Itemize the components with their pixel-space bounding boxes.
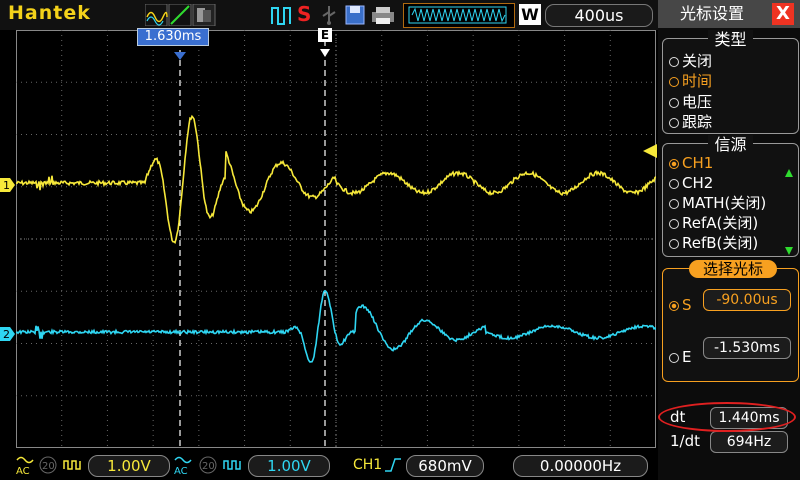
trigger-edge-icon [383,455,403,480]
ch2-level-marker[interactable]: 2 [0,326,16,346]
source-option-refa[interactable]: RefA(关闭) [669,213,758,233]
cursor-settings-panel: 光标设置 X 类型 关闭 时间 电压 跟踪 信源 CH1 CH2 MATH(关闭… [658,0,800,480]
s-cursor-value[interactable]: -90.00us [703,289,791,311]
radio-icon [669,98,679,108]
svg-text:AC: AC [174,466,188,475]
radio-icon [669,199,679,209]
panel-title-bar: 光标设置 X [658,0,800,28]
cursor1-pointer-icon [174,45,186,64]
display-mode-icon[interactable] [145,4,217,26]
radio-icon [669,179,679,189]
radio-icon [669,353,679,363]
radio-icon [669,118,679,128]
cursor-source-group: 信源 CH1 CH2 MATH(关闭) RefA(关闭) RefB(关闭) [662,135,799,259]
run-stop-icon[interactable] [270,4,292,25]
select-cursor-group: 选择光标 S -90.00us E -1.530ms [662,260,799,382]
brand-logo: Hantek [8,2,91,24]
svg-text:AC: AC [16,466,30,475]
ch1-coupling-icon: AC [16,455,36,480]
close-icon[interactable]: X [772,3,794,25]
svg-text:2: 2 [3,328,10,341]
waveform-area[interactable] [16,30,656,448]
source-option-math[interactable]: MATH(关闭) [669,193,766,213]
save-icon[interactable] [344,4,366,25]
radio-icon [669,159,679,169]
e-cursor-value[interactable]: -1.530ms [703,337,791,359]
ch2-scale-value[interactable]: 1.00V [248,455,330,477]
trigger-position-icon [320,42,330,61]
print-icon[interactable] [370,4,396,24]
radio-icon [669,239,679,249]
type-option-voltage[interactable]: 电压 [669,92,712,112]
cursor2-marker: E [318,28,332,42]
frequency-counter: 0.00000Hz [513,455,648,477]
source-option-refb[interactable]: RefB(关闭) [669,233,758,253]
inv-dt-label: 1/dt [670,432,700,450]
usb-icon[interactable] [318,4,340,25]
timebase-display[interactable]: 400us [545,4,653,27]
select-cursor-title: 选择光标 [689,260,777,278]
svg-text:20: 20 [202,461,215,472]
cursor1-time-label: 1.630ms [137,28,209,46]
ch2-bw-limit-icon: 20 [198,455,222,480]
type-option-track[interactable]: 跟踪 [669,112,712,132]
ch1-invert-icon [62,455,84,480]
inv-dt-value: 694Hz [710,431,788,453]
trigger-source: CH1 [353,457,383,473]
svg-text:1: 1 [3,179,10,192]
scroll-down-icon[interactable] [785,240,793,259]
oscilloscope-screen: Hantek S W 400us 1 2 1.630ms E AC 20 1.0… [0,0,800,480]
ch1-level-marker[interactable]: 1 [0,177,16,197]
ch1-bw-limit-icon: 20 [38,455,62,480]
type-option-off[interactable]: 关闭 [669,51,712,71]
ch2-invert-icon [222,455,244,480]
scroll-up-icon[interactable] [785,162,793,181]
radio-icon [669,219,679,229]
source-option-ch1[interactable]: CH1 [669,153,713,173]
waveform-plot [16,30,656,448]
select-cursor-s[interactable]: S [669,295,692,315]
cursor-source-title: 信源 [708,135,753,154]
window-zoom-label[interactable]: W [519,4,541,25]
trigger-status: S [297,2,312,26]
source-option-ch2[interactable]: CH2 [669,173,713,193]
top-toolbar: Hantek S W 400us [0,0,658,30]
radio-icon [669,77,679,87]
trigger-level-marker[interactable] [643,143,657,162]
ch1-scale-value[interactable]: 1.00V [88,455,170,477]
ch2-coupling-icon: AC [174,455,194,480]
panel-title: 光标设置 [680,4,745,23]
radio-icon [669,301,679,311]
waveform-memory-preview[interactable] [403,3,515,28]
type-option-time[interactable]: 时间 [669,71,712,91]
cursor-type-group: 类型 关闭 时间 电压 跟踪 [662,30,799,134]
select-cursor-e[interactable]: E [669,347,691,367]
cursor-type-title: 类型 [708,30,753,49]
svg-text:20: 20 [42,461,55,472]
radio-icon [669,57,679,67]
trigger-level-value[interactable]: 680mV [406,455,484,477]
highlight-oval [658,402,796,432]
